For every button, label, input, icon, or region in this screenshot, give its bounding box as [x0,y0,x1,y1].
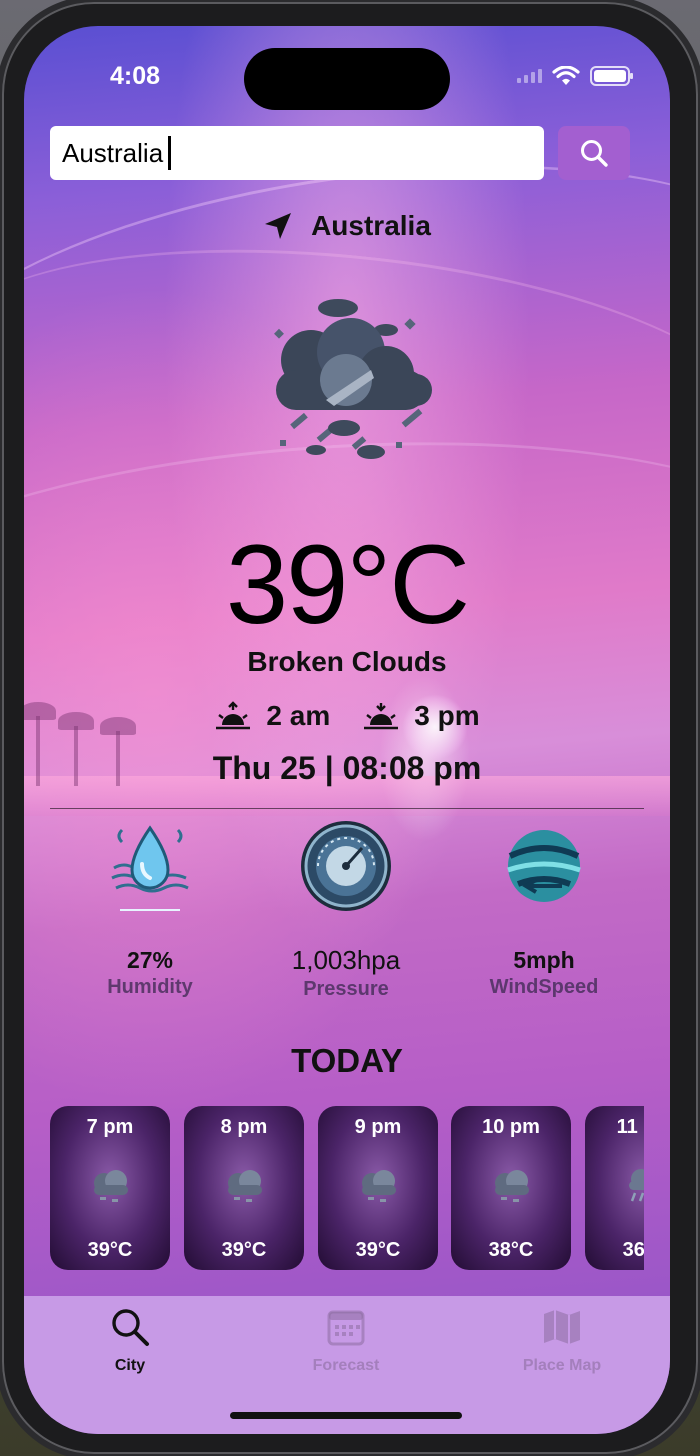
pressure-label: Pressure [303,978,389,1000]
sunset-icon [364,703,399,730]
hour-card[interactable]: 11 pm 36°C [585,1106,644,1270]
today-heading: TODAY [291,1042,403,1079]
divider [50,808,644,809]
hour-time: 7 pm [86,1116,134,1138]
rain-icon [629,1169,644,1202]
calendar-icon [327,1310,365,1346]
location-row: Australia [24,210,670,242]
tab-label: Place Map [522,1357,602,1374]
tab-label: Forecast [312,1357,380,1374]
sunrise-icon [216,701,251,730]
city-search-input[interactable] [50,126,544,180]
hour-time: 9 pm [354,1116,402,1138]
humidity-value: 27% [126,947,174,973]
hour-card[interactable]: 8 pm 39°C [184,1106,304,1270]
text-caret [168,136,171,170]
dynamic-island [244,48,450,110]
hour-temp: 38°C [488,1239,534,1261]
broken-clouds-icon [274,299,432,459]
hour-temp: 39°C [221,1239,267,1261]
sun-times-row: 2 am 3 pm [24,700,670,732]
pressure-stat: 1,003hpa Pressure [246,818,446,1001]
search-icon [112,1309,149,1346]
sunset-time: 3 pm [414,700,480,731]
location-arrow-icon [265,213,292,239]
phone-frame: 4:08 Australia Australia 39°C Broken Clo… [2,2,698,1454]
map-icon [544,1310,580,1344]
hour-temp: 39°C [355,1239,401,1261]
broken-clouds-icon [362,1170,396,1202]
humidity-stat: 27% Humidity [50,818,250,999]
search-button[interactable] [558,126,630,180]
hour-card[interactable]: 10 pm 38°C [451,1106,571,1270]
hour-card[interactable]: 9 pm 39°C [318,1106,438,1270]
hour-temp: 36°C [622,1239,644,1261]
status-time: 4:08 [110,62,161,90]
broken-clouds-icon [495,1170,529,1202]
hourly-forecast-list[interactable]: 7 pm 39°C 8 pm 39°C 9 pm 39°C 10 pm 38°C… [50,1106,644,1272]
hour-time: 10 pm [482,1116,540,1138]
humidity-drop-icon [111,825,189,911]
tab-forecast[interactable]: Forecast [246,1306,446,1375]
tab-city[interactable]: City [30,1306,230,1375]
hour-card[interactable]: 7 pm 39°C [50,1106,170,1270]
windspeed-label: WindSpeed [489,976,599,998]
windspeed-stat: 5mph WindSpeed [444,818,644,999]
tab-label: City [114,1357,146,1374]
current-datetime: Thu 25 | 08:08 pm [212,750,482,786]
windspeed-value: 5mph [513,947,575,973]
home-indicator [230,1412,462,1419]
broken-clouds-icon [94,1170,128,1202]
cellular-signal-icon [517,69,542,83]
hour-temp: 39°C [87,1239,133,1261]
hour-time: 8 pm [220,1116,268,1138]
broken-clouds-icon [228,1170,262,1202]
current-temperature: 39°C [225,522,470,647]
hour-time: 11 pm [616,1116,644,1138]
location-name: Australia [311,210,431,241]
wifi-icon [552,66,580,86]
search-icon [581,140,608,167]
sunrise-time: 2 am [266,700,331,731]
humidity-label: Humidity [107,976,193,998]
battery-icon [590,66,633,86]
app-screen: 4:08 Australia Australia 39°C Broken Clo… [24,26,670,1434]
status-icons [517,66,633,86]
pressure-value: 1,003hpa [291,945,401,975]
tab-place-map[interactable]: Place Map [462,1306,662,1375]
weather-condition: Broken Clouds [247,646,447,677]
pressure-gauge-icon [301,821,391,911]
wind-icon [507,830,581,902]
